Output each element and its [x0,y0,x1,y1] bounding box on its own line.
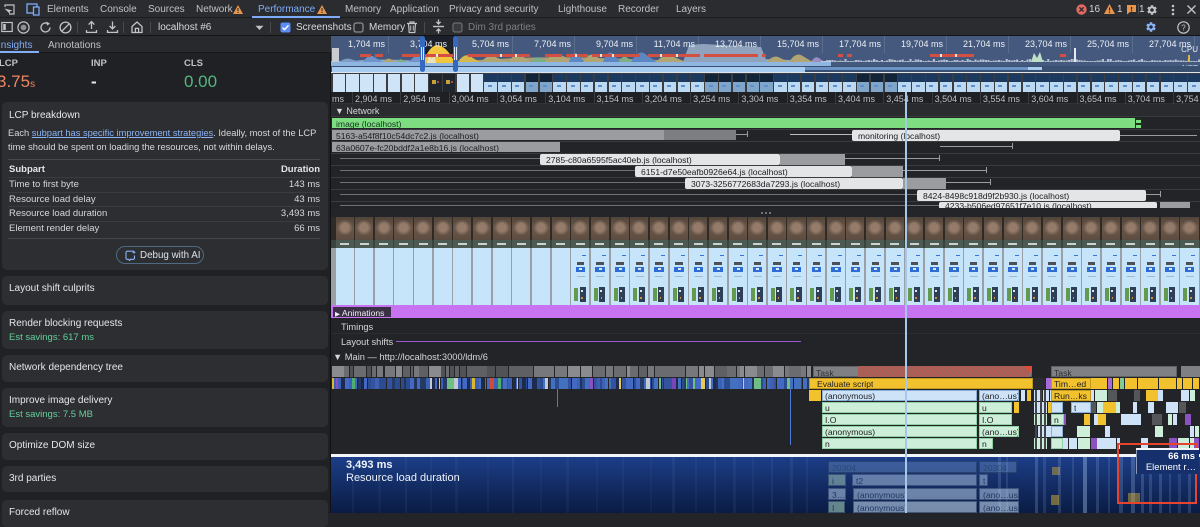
svg-text:?: ? [1181,23,1186,32]
